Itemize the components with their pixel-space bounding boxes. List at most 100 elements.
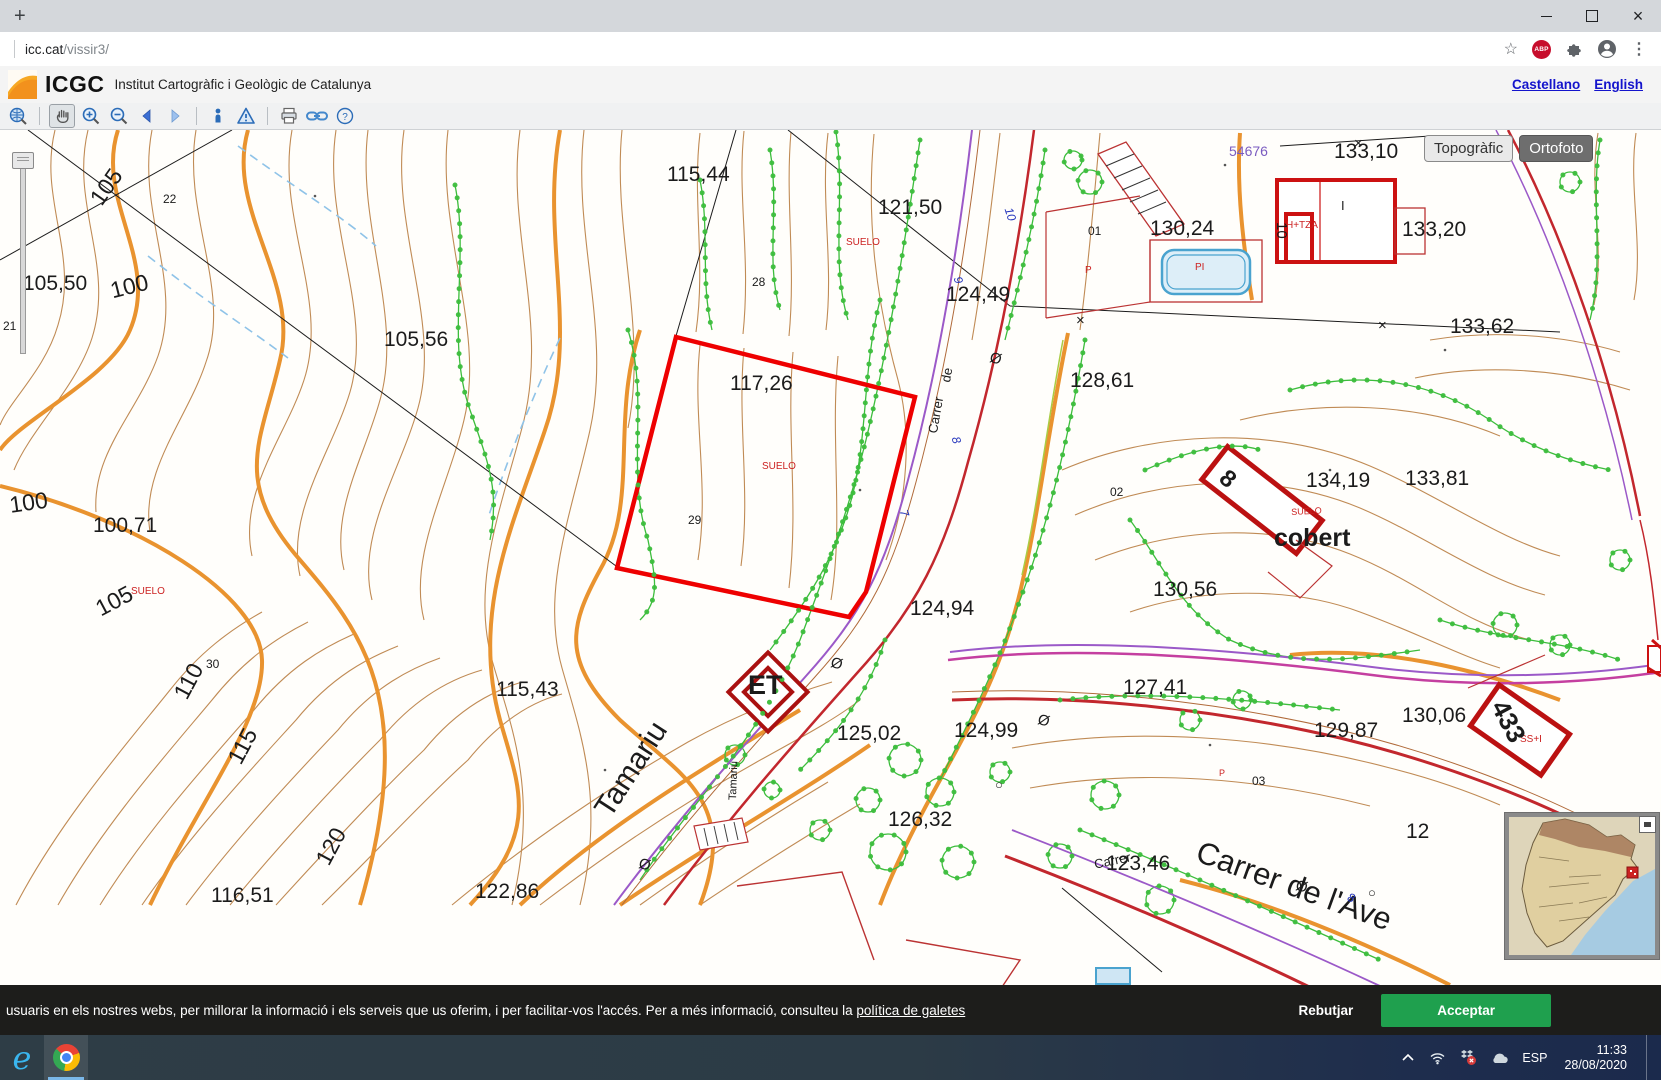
map-label: 117,26 xyxy=(730,373,793,394)
lang-link-castellano[interactable]: Castellano xyxy=(1512,77,1580,92)
lang-link-english[interactable]: English xyxy=(1594,77,1643,92)
map-label: 133,20 xyxy=(1402,219,1466,240)
map-label: PI xyxy=(1195,263,1204,273)
profile-avatar-icon[interactable] xyxy=(1597,39,1617,59)
map-label: 129,87 xyxy=(1314,720,1378,741)
map-label: 130,56 xyxy=(1153,579,1217,600)
map-label: 10 xyxy=(1274,222,1289,239)
map-label: Tamariu xyxy=(728,761,740,800)
map-label: SUELO xyxy=(762,462,796,472)
map-label: 100 xyxy=(8,489,49,517)
url-path: /vissir3/ xyxy=(63,42,109,57)
warning-tool-button[interactable] xyxy=(234,105,258,127)
taskbar-date: 28/08/2020 xyxy=(1564,1058,1627,1072)
cross-symbol: × xyxy=(1076,313,1085,328)
map-label: 120 xyxy=(312,824,350,869)
overview-minimap[interactable] xyxy=(1504,812,1660,960)
map-label: 22 xyxy=(163,193,176,205)
brand-subtitle: Institut Cartogràfic i Geològic de Catal… xyxy=(115,77,372,92)
map-label: 10 xyxy=(1003,206,1019,222)
map-label: 105 xyxy=(86,165,127,210)
extensions-puzzle-icon[interactable] xyxy=(1565,40,1583,58)
map-label: 28 xyxy=(752,276,765,288)
pan-tool-button[interactable] xyxy=(49,104,75,128)
basemap-ortofoto-button[interactable]: Ortofoto xyxy=(1519,135,1593,162)
window-minimize-button[interactable] xyxy=(1523,0,1569,32)
tray-chevron-icon[interactable] xyxy=(1400,1050,1416,1066)
map-label: 130,06 xyxy=(1402,705,1466,726)
map-label: 121,50 xyxy=(878,197,942,218)
svg-text:?: ? xyxy=(342,112,348,123)
zoom-slider-track[interactable] xyxy=(20,156,26,354)
taskbar-ie-icon[interactable]: e xyxy=(0,1035,44,1080)
brand-name: ICGC xyxy=(45,71,105,98)
taskbar-clock[interactable]: 11:33 28/08/2020 xyxy=(1560,1043,1627,1073)
map-label: P xyxy=(1085,266,1092,276)
zoom-full-extent-button[interactable] xyxy=(6,105,30,127)
map-labels-layer: 115,44121,50105,50105,56100,71117,26124,… xyxy=(0,130,1661,1035)
map-label: 128,61 xyxy=(1070,370,1134,391)
cookie-policy-link[interactable]: política de galetes xyxy=(856,1003,965,1018)
map-label: Carrer xyxy=(926,396,945,435)
zoom-out-button[interactable] xyxy=(107,105,131,127)
wifi-icon[interactable] xyxy=(1429,1050,1446,1066)
keyboard-language-indicator[interactable]: ESP xyxy=(1522,1051,1547,1065)
adblock-extension-icon[interactable]: ABP xyxy=(1532,40,1551,59)
help-button[interactable]: ? xyxy=(333,105,357,127)
cookie-message: usuaris en els nostres webs, per millora… xyxy=(0,1003,965,1018)
taskbar-chrome-icon[interactable] xyxy=(44,1035,88,1080)
basemap-topografic-button[interactable]: Topogràfic xyxy=(1424,135,1513,162)
map-label: 133,62 xyxy=(1450,316,1514,337)
map-label: SUELO xyxy=(846,238,880,248)
url-input[interactable]: icc.cat/vissir3/ xyxy=(25,42,109,57)
map-label: 122,86 xyxy=(475,881,539,902)
window-close-button[interactable]: × xyxy=(1615,0,1661,32)
previous-view-button[interactable] xyxy=(135,105,159,127)
map-label: 03 xyxy=(1252,775,1265,787)
map-toolbar: ? xyxy=(0,103,1661,130)
icgc-logo xyxy=(8,70,37,99)
map-label: 133,81 xyxy=(1405,468,1469,489)
map-label: 134,19 xyxy=(1306,470,1370,491)
zoom-slider[interactable] xyxy=(12,152,32,357)
windows-taskbar: e ESP 11:33 28/08/2020 xyxy=(0,1035,1661,1080)
circle-symbol: ○ xyxy=(1368,886,1376,899)
cross-symbol: × xyxy=(1378,318,1387,333)
map-label: ET xyxy=(748,672,783,699)
map-label: de xyxy=(939,367,954,384)
window-restore-button[interactable] xyxy=(1569,0,1615,32)
cookie-reject-button[interactable]: Rebutjar xyxy=(1298,1003,1353,1018)
map-label: cobert xyxy=(1274,526,1350,551)
map-label: 7 xyxy=(898,508,911,518)
map-label: 124,49 xyxy=(946,284,1010,305)
map-label: 116,51 xyxy=(211,885,274,906)
bookmark-star-icon[interactable]: ☆ xyxy=(1504,39,1518,59)
map-label: 124,94 xyxy=(910,598,974,619)
cookie-accept-button[interactable]: Acceptar xyxy=(1381,994,1551,1027)
info-tool-button[interactable] xyxy=(206,105,230,127)
share-link-button[interactable] xyxy=(305,105,329,127)
map-label: 125,02 xyxy=(837,723,901,744)
onedrive-cloud-icon[interactable] xyxy=(1490,1051,1509,1065)
map-label: 8 xyxy=(950,435,963,445)
zoom-slider-handle[interactable] xyxy=(12,152,34,169)
map-label: 124,99 xyxy=(954,720,1018,741)
show-desktop-button[interactable] xyxy=(1646,1035,1651,1080)
browser-menu-icon[interactable]: ⋮ xyxy=(1631,39,1647,59)
dropbox-sync-error-icon[interactable] xyxy=(1459,1049,1477,1066)
new-tab-button[interactable]: + xyxy=(0,5,40,28)
zoom-in-button[interactable] xyxy=(79,105,103,127)
map-label: Carrer de l'Ave xyxy=(1192,836,1395,935)
minimap-toggle-button[interactable] xyxy=(1639,816,1656,833)
next-view-button[interactable] xyxy=(163,105,187,127)
pole-symbol: Ø xyxy=(1036,712,1051,730)
map-label: 115 xyxy=(224,725,262,768)
map-label: 12 xyxy=(1406,821,1429,842)
url-host: icc.cat xyxy=(25,42,63,57)
map-label: 8 xyxy=(1215,466,1241,493)
map-label: 01 xyxy=(1088,225,1101,237)
print-button[interactable] xyxy=(277,105,301,127)
cross-symbol: × xyxy=(1354,136,1363,151)
cookie-consent-bar: usuaris en els nostres webs, per millora… xyxy=(0,985,1661,1035)
map-canvas[interactable]: 115,44121,50105,50105,56100,71117,26124,… xyxy=(0,130,1661,1035)
